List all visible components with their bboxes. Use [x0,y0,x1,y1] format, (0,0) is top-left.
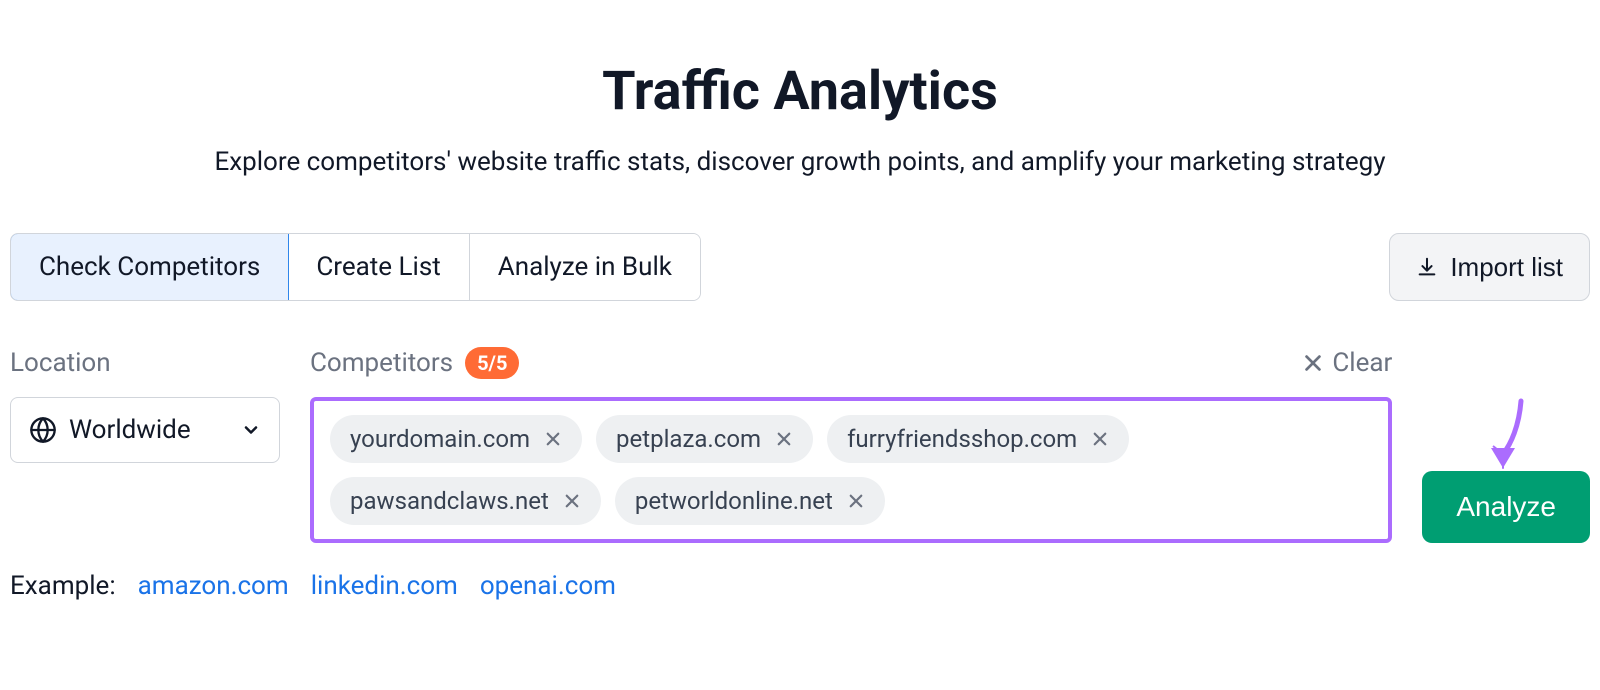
chip-label: furryfriendsshop.com [847,425,1077,453]
analyze-column: Analyze [1422,471,1590,543]
analyze-button[interactable]: Analyze [1422,471,1590,543]
arrow-annotation-icon [1481,396,1531,476]
location-value: Worldwide [69,415,191,445]
remove-chip-icon[interactable] [1091,430,1109,448]
competitor-chip: yourdomain.com [330,415,582,463]
example-row: Example: amazon.com linkedin.com openai.… [10,571,1590,601]
page-title: Traffic Analytics [10,60,1590,123]
chip-label: yourdomain.com [350,425,530,453]
example-link[interactable]: linkedin.com [311,571,458,601]
location-select[interactable]: Worldwide [10,397,280,463]
competitors-label: Competitors [310,348,453,378]
clear-label: Clear [1332,348,1392,378]
tab-analyze-bulk[interactable]: Analyze in Bulk [470,234,700,300]
close-icon [1302,352,1324,374]
remove-chip-icon[interactable] [563,492,581,510]
chip-label: petplaza.com [616,425,761,453]
remove-chip-icon[interactable] [775,430,793,448]
chip-label: petworldonline.net [635,487,833,515]
competitors-input[interactable]: yourdomain.com petplaza.com furryfriends… [310,397,1392,543]
tab-group: Check Competitors Create List Analyze in… [10,233,701,301]
competitors-count-badge: 5/5 [465,347,519,379]
tab-check-competitors[interactable]: Check Competitors [10,233,289,301]
location-column: Location Worldwide [10,345,280,463]
import-list-label: Import list [1450,252,1563,283]
remove-chip-icon[interactable] [544,430,562,448]
remove-chip-icon[interactable] [847,492,865,510]
location-label: Location [10,348,111,378]
page-subtitle: Explore competitors' website traffic sta… [10,147,1590,177]
tab-create-list[interactable]: Create List [288,234,469,300]
competitor-chip: furryfriendsshop.com [827,415,1129,463]
chip-label: pawsandclaws.net [350,487,549,515]
download-icon [1416,256,1438,278]
chevron-down-icon [241,420,261,440]
import-list-button[interactable]: Import list [1389,233,1590,301]
competitor-chip: petworldonline.net [615,477,885,525]
clear-button[interactable]: Clear [1302,348,1392,378]
example-link[interactable]: amazon.com [138,571,289,601]
form-row: Location Worldwide Competitors 5/5 [10,345,1590,543]
competitor-chip: pawsandclaws.net [330,477,601,525]
competitor-chip: petplaza.com [596,415,813,463]
top-controls-row: Check Competitors Create List Analyze in… [10,233,1590,301]
globe-icon [29,416,57,444]
example-label: Example: [10,571,116,601]
example-link[interactable]: openai.com [480,571,616,601]
competitors-column: Competitors 5/5 Clear yourdomain.com pet… [310,345,1392,543]
